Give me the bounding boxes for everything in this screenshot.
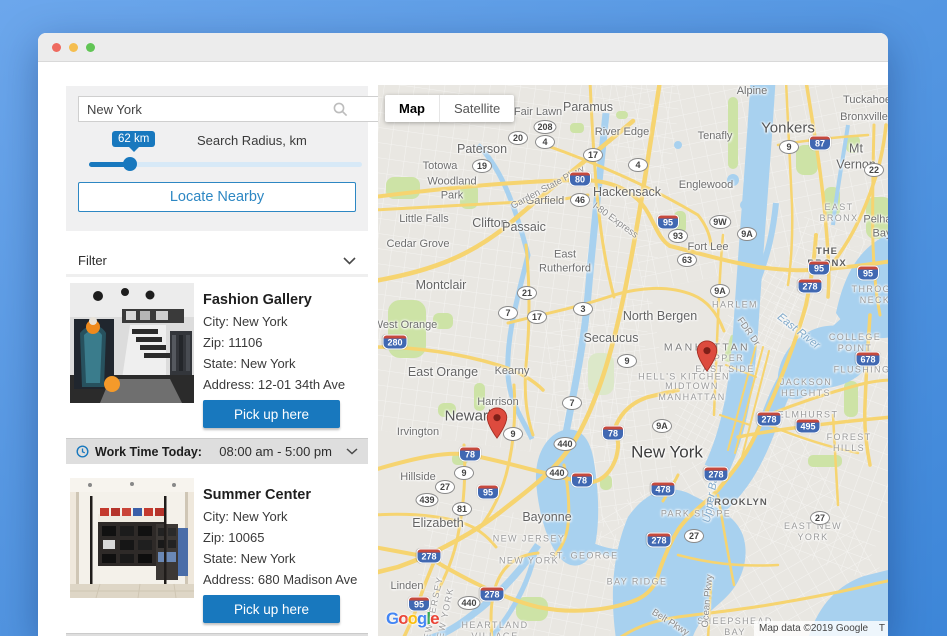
- work-time-row[interactable]: Work Time Today: 08:00 am - 5:00 pm: [66, 438, 368, 464]
- store-card: Summer Center City: New York Zip: 10065 …: [66, 472, 368, 633]
- minimize-window-button[interactable]: [69, 43, 78, 52]
- store-city: City: New York: [203, 314, 360, 329]
- store-name: Summer Center: [203, 487, 360, 503]
- map-tiles: [378, 85, 888, 636]
- work-time-label: Work Time Today:: [95, 445, 202, 459]
- map-type-controls: Map Satellite: [385, 95, 514, 122]
- zoom-window-button[interactable]: [86, 43, 95, 52]
- map-attribution: Map data ©2019 Google T: [754, 621, 888, 636]
- radius-value-badge: 62 km: [112, 131, 155, 147]
- search-panel: 62 km Search Radius, km Locate Nearby: [66, 86, 368, 231]
- map-type-satellite-button[interactable]: Satellite: [439, 95, 514, 122]
- google-logo-letter: o: [398, 609, 407, 629]
- radius-slider: 62 km Search Radius, km: [78, 130, 356, 182]
- filter-toggle[interactable]: Filter: [66, 247, 368, 274]
- search-icon: [333, 102, 348, 122]
- clock-icon: [76, 445, 89, 458]
- chevron-down-icon: [346, 448, 358, 455]
- close-window-button[interactable]: [52, 43, 61, 52]
- store-address: Address: 680 Madison Ave: [203, 572, 360, 587]
- window-titlebar[interactable]: [38, 33, 888, 62]
- pick-up-here-button[interactable]: Pick up here: [203, 595, 340, 623]
- pick-up-here-button[interactable]: Pick up here: [203, 400, 340, 428]
- store-address: Address: 12-01 34th Ave: [203, 377, 360, 392]
- store-photo: [70, 283, 194, 403]
- radius-slider-handle[interactable]: [123, 157, 137, 171]
- google-logo-letter: e: [430, 609, 438, 629]
- store-photo: [70, 478, 194, 598]
- work-time-value: 08:00 am - 5:00 pm: [219, 444, 332, 459]
- radius-slider-track[interactable]: [89, 162, 362, 167]
- google-logo-letter: o: [408, 609, 417, 629]
- desktop: { "colors":{"accent":"#1878be","pin":"#d…: [0, 0, 947, 636]
- store-name: Fashion Gallery: [203, 292, 360, 308]
- locate-nearby-button[interactable]: Locate Nearby: [78, 182, 356, 212]
- google-logo-letter: g: [417, 609, 426, 629]
- store-card: Fashion Gallery City: New York Zip: 1110…: [66, 277, 368, 438]
- store-state: State: New York: [203, 356, 360, 371]
- store-zip: Zip: 10065: [203, 530, 360, 545]
- app-window: 62 km Search Radius, km Locate Nearby Fi…: [38, 33, 888, 636]
- store-zip: Zip: 11106: [203, 335, 360, 350]
- store-city: City: New York: [203, 509, 360, 524]
- radius-label: Search Radius, km: [197, 133, 307, 148]
- google-map-canvas[interactable]: Fair LawnParamusRiver EdgePatersonTotowa…: [378, 85, 888, 636]
- store-state: State: New York: [203, 551, 360, 566]
- filter-label: Filter: [78, 253, 107, 268]
- map-data-text: Map data ©2019 Google: [759, 623, 868, 634]
- store-pin-manhattan[interactable]: [696, 340, 718, 372]
- google-logo-letter: G: [386, 609, 398, 629]
- terms-link[interactable]: T: [879, 623, 885, 634]
- chevron-down-icon: [343, 257, 356, 265]
- map-type-map-button[interactable]: Map: [385, 95, 439, 122]
- store-locator-sidebar: 62 km Search Radius, km Locate Nearby Fi…: [66, 86, 368, 636]
- store-pin-newark[interactable]: [486, 407, 508, 439]
- google-logo[interactable]: Google: [386, 609, 439, 629]
